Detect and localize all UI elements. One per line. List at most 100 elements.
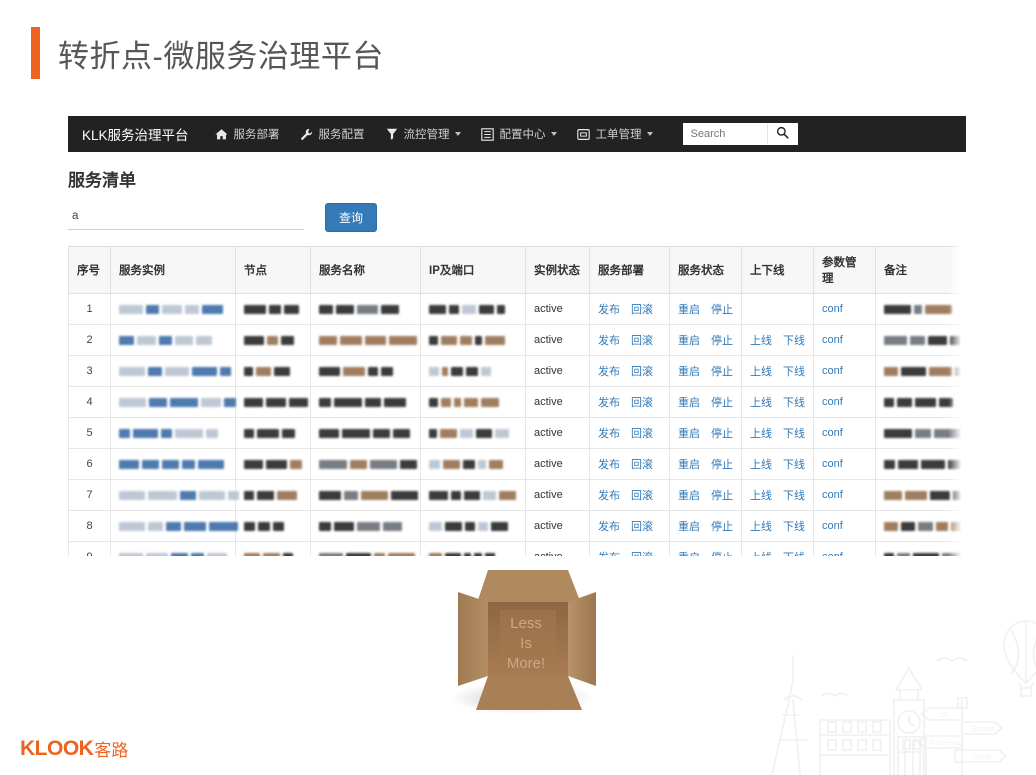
restart-link[interactable]: 重启 — [678, 428, 700, 440]
online-link[interactable]: 上线 — [750, 335, 772, 347]
stop-link[interactable]: 停止 — [711, 552, 733, 556]
restart-link[interactable]: 重启 — [678, 552, 700, 556]
offline-link[interactable]: 下线 — [783, 521, 805, 533]
rollback-link[interactable]: 回滚 — [631, 366, 653, 378]
box-caption-line-2: Is — [520, 635, 532, 652]
conf-link[interactable]: conf — [822, 365, 843, 377]
deploy-link[interactable]: 发布 — [598, 521, 620, 533]
cell-service-name — [310, 386, 421, 418]
service-table-head: 序号 服务实例 节点 服务名称 IP及端口 实例状态 服务部署 服务状态 上下线… — [68, 246, 966, 294]
deploy-link[interactable]: 发布 — [598, 552, 620, 556]
cell-service-state-actions: 重启停止 — [669, 417, 742, 449]
offline-link[interactable]: 下线 — [783, 397, 805, 409]
restart-link[interactable]: 重启 — [678, 459, 700, 471]
conf-link[interactable]: conf — [822, 489, 843, 501]
rollback-link[interactable]: 回滚 — [631, 459, 653, 471]
rollback-link[interactable]: 回滚 — [631, 397, 653, 409]
nav-item-ticket-management[interactable]: 工单管理 — [577, 126, 653, 142]
stop-link[interactable]: 停止 — [711, 397, 733, 409]
nav-item-label: 配置中心 — [499, 129, 546, 141]
redacted-text — [884, 365, 966, 377]
restart-link[interactable]: 重启 — [678, 304, 700, 316]
offline-link[interactable]: 下线 — [783, 490, 805, 502]
conf-link[interactable]: conf — [822, 427, 843, 439]
redacted-text — [884, 427, 966, 439]
restart-link[interactable]: 重启 — [678, 521, 700, 533]
search-input[interactable] — [682, 123, 767, 145]
rollback-link[interactable]: 回滚 — [631, 552, 653, 556]
conf-link[interactable]: conf — [822, 334, 843, 346]
online-link[interactable]: 上线 — [750, 397, 772, 409]
nav-item-config-center[interactable]: 配置中心 — [481, 126, 557, 142]
stop-link[interactable]: 停止 — [711, 304, 733, 316]
conf-link[interactable]: conf — [822, 551, 843, 556]
cell-service-state-actions: 重启停止 — [669, 355, 742, 387]
cell-instance[interactable] — [110, 386, 236, 418]
redacted-text — [429, 396, 502, 408]
rollback-link[interactable]: 回滚 — [631, 521, 653, 533]
cell-instance[interactable] — [110, 293, 236, 325]
cell-instance-state: active — [525, 541, 590, 556]
cell-instance[interactable] — [110, 417, 236, 449]
offline-link[interactable]: 下线 — [783, 335, 805, 347]
cell-online-actions: 上线下线 — [741, 386, 814, 418]
online-link[interactable]: 上线 — [750, 552, 772, 556]
nav-item-flow-control[interactable]: 流控管理 — [385, 126, 461, 142]
cell-params: conf — [813, 479, 876, 511]
cell-deploy-actions: 发布回滚 — [589, 417, 670, 449]
deploy-link[interactable]: 发布 — [598, 428, 620, 440]
redacted-text — [429, 334, 508, 346]
deploy-link[interactable]: 发布 — [598, 459, 620, 471]
cell-instance-state: active — [525, 386, 590, 418]
cell-instance[interactable] — [110, 510, 238, 542]
rollback-link[interactable]: 回滚 — [631, 428, 653, 440]
stop-link[interactable]: 停止 — [711, 366, 733, 378]
offline-link[interactable]: 下线 — [783, 552, 805, 556]
rollback-link[interactable]: 回滚 — [631, 304, 653, 316]
online-link[interactable]: 上线 — [750, 366, 772, 378]
stop-link[interactable]: 停止 — [711, 428, 733, 440]
restart-link[interactable]: 重启 — [678, 335, 700, 347]
offline-link[interactable]: 下线 — [783, 366, 805, 378]
restart-link[interactable]: 重启 — [678, 366, 700, 378]
nav-item-service-deploy[interactable]: 服务部署 — [215, 126, 280, 142]
rollback-link[interactable]: 回滚 — [631, 490, 653, 502]
search-button[interactable] — [766, 123, 798, 145]
deploy-link[interactable]: 发布 — [598, 366, 620, 378]
deploy-link[interactable]: 发布 — [598, 490, 620, 502]
conf-link[interactable]: conf — [822, 458, 843, 470]
nav-item-service-config[interactable]: 服务配置 — [300, 126, 365, 142]
offline-link[interactable]: 下线 — [783, 459, 805, 471]
conf-link[interactable]: conf — [822, 520, 843, 532]
restart-link[interactable]: 重启 — [678, 397, 700, 409]
online-link[interactable]: 上线 — [750, 428, 772, 440]
cell-deploy-actions: 发布回滚 — [589, 293, 670, 325]
stop-link[interactable]: 停止 — [711, 521, 733, 533]
service-query-input[interactable] — [68, 205, 304, 230]
cell-instance[interactable] — [110, 448, 236, 480]
restart-link[interactable]: 重启 — [678, 490, 700, 502]
stop-link[interactable]: 停止 — [711, 459, 733, 471]
stop-link[interactable]: 停止 — [711, 490, 733, 502]
online-link[interactable]: 上线 — [750, 521, 772, 533]
redacted-text — [429, 427, 512, 439]
redacted-text — [119, 551, 230, 556]
rollback-link[interactable]: 回滚 — [631, 335, 653, 347]
query-button[interactable]: 查询 — [325, 203, 378, 232]
online-link[interactable]: 上线 — [750, 490, 772, 502]
offline-link[interactable]: 下线 — [783, 428, 805, 440]
conf-link[interactable]: conf — [822, 396, 843, 408]
cell-instance[interactable] — [110, 479, 239, 511]
conf-link[interactable]: conf — [822, 303, 843, 315]
app-brand[interactable]: KLK服务治理平台 — [82, 124, 189, 144]
deploy-link[interactable]: 发布 — [598, 304, 620, 316]
deploy-link[interactable]: 发布 — [598, 335, 620, 347]
redacted-text — [429, 365, 494, 377]
cell-instance[interactable] — [110, 355, 236, 387]
online-link[interactable]: 上线 — [750, 459, 772, 471]
cell-instance[interactable] — [110, 324, 236, 356]
cell-instance-state: active — [525, 324, 590, 356]
stop-link[interactable]: 停止 — [711, 335, 733, 347]
cell-instance[interactable] — [110, 541, 236, 556]
deploy-link[interactable]: 发布 — [598, 397, 620, 409]
